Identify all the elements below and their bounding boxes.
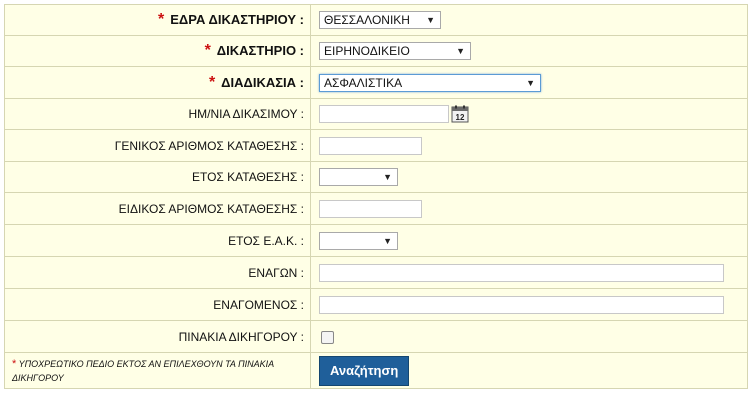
court-cell: ΕΙΡΗΝΟΔΙΚΕΙΟ ▼ (310, 35, 748, 67)
eak-year-label: ΕΤΟΣ Ε.Α.Κ. : (228, 233, 304, 248)
procedure-label-cell: * ΔΙΑΔΙΚΑΣΙΑ : (4, 66, 311, 99)
plaintiff-input[interactable] (319, 263, 724, 282)
seat-select-value: ΘΕΣΣΑΛΟΝΙΚΗ (324, 13, 410, 27)
filing-year-cell: ▼ (310, 161, 748, 193)
lawyer-lists-label: ΠΙΝΑΚΙΑ ΔΙΚΗΓΟΡΟΥ : (178, 329, 304, 344)
defendant-cell (310, 288, 748, 321)
chevron-down-icon: ▼ (526, 77, 535, 88)
special-filing-input[interactable] (319, 199, 422, 218)
special-filing-label: ΕΙΔΙΚΟΣ ΑΡΙΘΜΟΣ ΚΑΤΑΘΕΣΗΣ : (118, 201, 304, 216)
chevron-down-icon: ▼ (383, 235, 392, 246)
required-star: * (12, 357, 17, 370)
eak-year-select[interactable]: ▼ (319, 231, 398, 250)
seat-cell: ΘΕΣΣΑΛΟΝΙΚΗ ▼ (310, 4, 748, 36)
required-note: * ΥΠΟΧΡΕΩΤΙΚΟ ΠΕΔΙΟ ΕΚΤΟΣ ΑΝ ΕΠΙΛΕΧΘΟΥΝ … (4, 352, 311, 389)
hearing-date-label: ΗΜ/ΝΙΑ ΔΙΚΑΣΙΜΟΥ : (188, 107, 304, 121)
plaintiff-cell (310, 256, 748, 289)
court-label: ΔΙΚΑΣΤΗΡΙΟ : (216, 43, 304, 58)
seat-select[interactable]: ΘΕΣΣΑΛΟΝΙΚΗ ▼ (319, 11, 441, 29)
court-select[interactable]: ΕΙΡΗΝΟΔΙΚΕΙΟ ▼ (319, 42, 471, 60)
court-select-value: ΕΙΡΗΝΟΔΙΚΕΙΟ (324, 44, 410, 58)
eak-year-cell: ▼ (310, 224, 748, 257)
seat-label-cell: * ΕΔΡΑ ΔΙΚΑΣΤΗΡΙΟΥ : (4, 4, 311, 36)
defendant-input[interactable] (319, 295, 724, 314)
hearing-date-cell: 12 (310, 98, 748, 130)
general-filing-label-cell: ΓΕΝΙΚΟΣ ΑΡΙΘΜΟΣ ΚΑΤΑΘΕΣΗΣ : (4, 129, 311, 162)
calendar-icon[interactable]: 12 (451, 105, 469, 123)
special-filing-cell (310, 192, 748, 225)
filing-year-label-cell: ΕΤΟΣ ΚΑΤΑΘΕΣΗΣ : (4, 161, 311, 193)
court-label-cell: * ΔΙΚΑΣΤΗΡΙΟ : (4, 35, 311, 67)
required-star: * (208, 73, 216, 91)
defendant-label-cell: ΕΝΑΓΟΜΕΝΟΣ : (4, 288, 311, 321)
procedure-select[interactable]: ΑΣΦΑΛΙΣΤΙΚΑ ▼ (319, 73, 541, 92)
seat-label: ΕΔΡΑ ΔΙΚΑΣΤΗΡΙΟΥ : (170, 12, 304, 27)
procedure-label: ΔΙΑΔΙΚΑΣΙΑ : (221, 74, 304, 90)
filing-year-label: ΕΤΟΣ ΚΑΤΑΘΕΣΗΣ : (191, 170, 304, 184)
required-star: * (204, 42, 211, 59)
filing-year-select[interactable]: ▼ (319, 168, 398, 186)
defendant-label: ΕΝΑΓΟΜΕΝΟΣ : (213, 297, 304, 312)
procedure-cell: ΑΣΦΑΛΙΣΤΙΚΑ ▼ (310, 66, 748, 99)
general-filing-input[interactable] (319, 136, 422, 155)
chevron-down-icon: ▼ (383, 172, 392, 182)
special-filing-label-cell: ΕΙΔΙΚΟΣ ΑΡΙΘΜΟΣ ΚΑΤΑΘΕΣΗΣ : (4, 192, 311, 225)
hearing-date-input[interactable] (319, 105, 449, 123)
chevron-down-icon: ▼ (456, 46, 465, 56)
search-button-cell: Αναζήτηση (310, 352, 748, 389)
calendar-day: 12 (456, 113, 465, 122)
eak-year-label-cell: ΕΤΟΣ Ε.Α.Κ. : (4, 224, 311, 257)
chevron-down-icon: ▼ (426, 15, 435, 25)
plaintiff-label: ΕΝΑΓΩΝ : (248, 265, 304, 280)
lawyer-lists-checkbox[interactable] (321, 330, 334, 344)
lawyer-lists-cell (310, 320, 748, 353)
search-form: * ΕΔΡΑ ΔΙΚΑΣΤΗΡΙΟΥ : ΘΕΣΣΑΛΟΝΙΚΗ ▼ * ΔΙΚΑΣΤ… (4, 4, 748, 389)
general-filing-cell (310, 129, 748, 162)
required-star: * (158, 11, 165, 28)
procedure-select-value: ΑΣΦΑΛΙΣΤΙΚΑ (324, 75, 403, 90)
general-filing-label: ΓΕΝΙΚΟΣ ΑΡΙΘΜΟΣ ΚΑΤΑΘΕΣΗΣ : (114, 138, 304, 153)
hearing-date-label-cell: ΗΜ/ΝΙΑ ΔΙΚΑΣΙΜΟΥ : (4, 98, 311, 130)
lawyer-lists-label-cell: ΠΙΝΑΚΙΑ ΔΙΚΗΓΟΡΟΥ : (4, 320, 311, 353)
plaintiff-label-cell: ΕΝΑΓΩΝ : (4, 256, 311, 289)
required-note-text: ΥΠΟΧΡΕΩΤΙΚΟ ΠΕΔΙΟ ΕΚΤΟΣ ΑΝ ΕΠΙΛΕΧΘΟΥΝ ΤΑ… (12, 358, 274, 383)
search-button[interactable]: Αναζήτηση (319, 355, 410, 386)
